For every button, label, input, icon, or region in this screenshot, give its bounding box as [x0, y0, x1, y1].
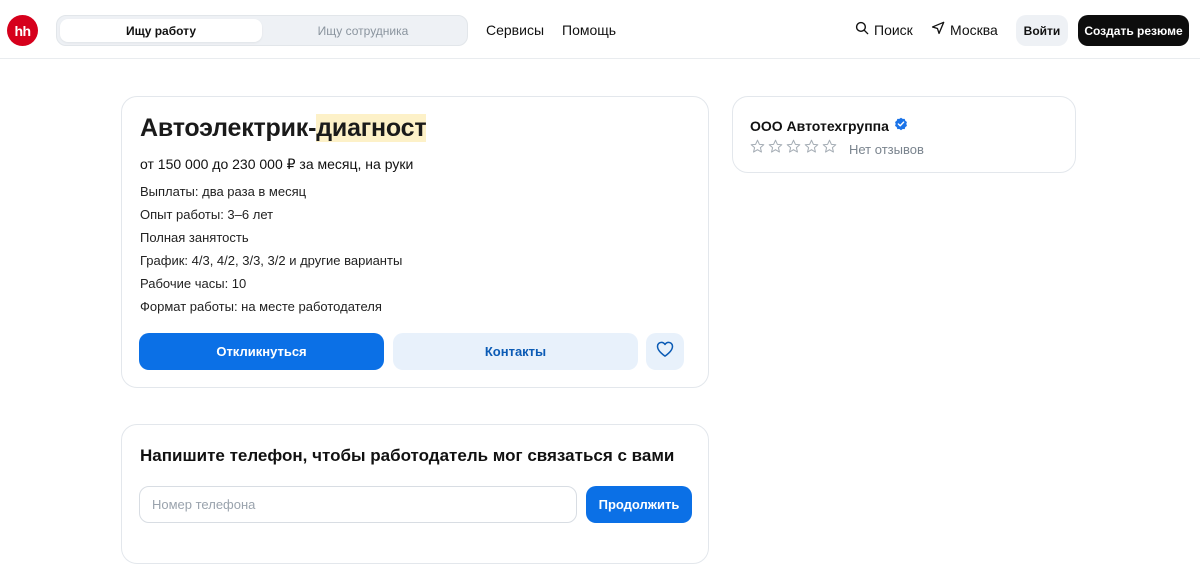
phone-number-input[interactable]: [139, 486, 577, 523]
star-empty-icon: [768, 139, 783, 159]
detail-schedule: График: 4/3, 4/2, 3/3, 3/2 и другие вари…: [140, 253, 403, 268]
nav-services-link[interactable]: Сервисы: [486, 22, 544, 38]
employer-card: ООО Автотехгруппа Нет отзывов: [732, 96, 1076, 173]
no-reviews-label: Нет отзывов: [849, 141, 924, 157]
tab-looking-for-employee[interactable]: Ищу сотрудника: [262, 19, 464, 42]
detail-payments: Выплаты: два раза в месяц: [140, 184, 307, 199]
heart-icon: [655, 339, 675, 364]
login-button[interactable]: Войти: [1016, 15, 1068, 46]
continue-button[interactable]: Продолжить: [586, 486, 692, 523]
star-empty-icon: [750, 139, 765, 159]
city-label: Москва: [950, 21, 998, 38]
employer-rating: Нет отзывов: [750, 139, 924, 159]
phone-card-title: Напишите телефон, чтобы работодатель мог…: [140, 446, 675, 465]
search-button[interactable]: Поиск: [855, 21, 913, 38]
detail-working-hours: Рабочие часы: 10: [140, 276, 247, 291]
star-empty-icon: [822, 139, 837, 159]
location-arrow-icon: [931, 21, 945, 38]
detail-employment: Полная занятость: [140, 230, 249, 245]
vacancy-title-main: Автоэлектрик-: [140, 114, 317, 142]
employer-name[interactable]: ООО Автотехгруппа: [750, 118, 889, 134]
verified-badge-icon: [894, 117, 908, 134]
star-empty-icon: [804, 139, 819, 159]
create-resume-button[interactable]: Создать резюме: [1078, 15, 1189, 46]
mode-switch: Ищу работу Ищу сотрудника: [56, 15, 468, 46]
favorite-button[interactable]: [646, 333, 684, 370]
detail-experience: Опыт работы: 3–6 лет: [140, 207, 274, 222]
city-selector[interactable]: Москва: [931, 21, 998, 38]
respond-button[interactable]: Откликнуться: [139, 333, 384, 370]
employer-name-row: ООО Автотехгруппа: [750, 117, 908, 134]
search-icon: [855, 21, 869, 38]
top-header: hh Ищу работу Ищу сотрудника Сервисы Пом…: [0, 0, 1200, 59]
contacts-button[interactable]: Контакты: [393, 333, 638, 370]
search-label: Поиск: [874, 21, 913, 38]
vacancy-salary: от 150 000 до 230 000 ₽ за месяц, на рук…: [140, 156, 414, 172]
hh-logo[interactable]: hh: [7, 15, 38, 46]
vacancy-title: Автоэлектрик-диагност: [140, 114, 427, 143]
nav-help-link[interactable]: Помощь: [562, 22, 616, 38]
detail-work-format: Формат работы: на месте работодателя: [140, 299, 382, 314]
vacancy-card: Автоэлектрик-диагност от 150 000 до 230 …: [121, 96, 709, 388]
phone-request-card: Напишите телефон, чтобы работодатель мог…: [121, 424, 709, 564]
tab-looking-for-job[interactable]: Ищу работу: [60, 19, 262, 42]
vacancy-title-highlight: диагност: [316, 114, 427, 142]
star-empty-icon: [786, 139, 801, 159]
vacancy-details: Выплаты: два раза в месяц Опыт работы: 3…: [140, 184, 402, 322]
